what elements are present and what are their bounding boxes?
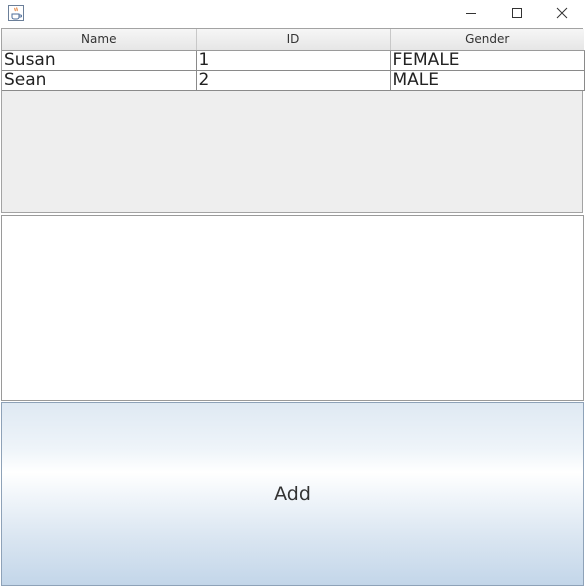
table-scroll-pane[interactable]: Name ID Gender Susan 1 FEMALE Sean 2 MAL… <box>1 28 585 213</box>
app-window: Name ID Gender Susan 1 FEMALE Sean 2 MAL… <box>0 0 585 586</box>
java-cup-icon <box>8 5 24 21</box>
table-row[interactable]: Susan 1 FEMALE <box>2 50 585 71</box>
table-cell-name[interactable]: Sean <box>2 70 197 91</box>
close-icon <box>556 4 568 23</box>
table-cell-id[interactable]: 1 <box>196 50 391 71</box>
table-row[interactable]: Sean 2 MALE <box>2 70 585 91</box>
text-input-area[interactable] <box>1 215 584 401</box>
maximize-icon <box>511 4 523 23</box>
add-button-label: Add <box>274 483 311 505</box>
people-table[interactable]: Name ID Gender Susan 1 FEMALE Sean 2 MAL… <box>2 29 585 91</box>
title-bar[interactable] <box>0 0 585 26</box>
minimize-icon <box>465 4 477 23</box>
column-header-name[interactable]: Name <box>2 29 197 51</box>
column-header-id[interactable]: ID <box>196 29 391 51</box>
column-header-gender[interactable]: Gender <box>390 29 584 51</box>
close-button[interactable] <box>539 0 585 26</box>
minimize-button[interactable] <box>448 0 494 26</box>
maximize-button[interactable] <box>494 0 540 26</box>
table-cell-id[interactable]: 2 <box>196 70 391 91</box>
table-header-row: Name ID Gender <box>2 29 584 51</box>
table-cell-name[interactable]: Susan <box>2 50 197 71</box>
add-button[interactable]: Add <box>1 402 584 586</box>
table-cell-gender[interactable]: FEMALE <box>390 50 585 71</box>
table-cell-gender[interactable]: MALE <box>390 70 585 91</box>
